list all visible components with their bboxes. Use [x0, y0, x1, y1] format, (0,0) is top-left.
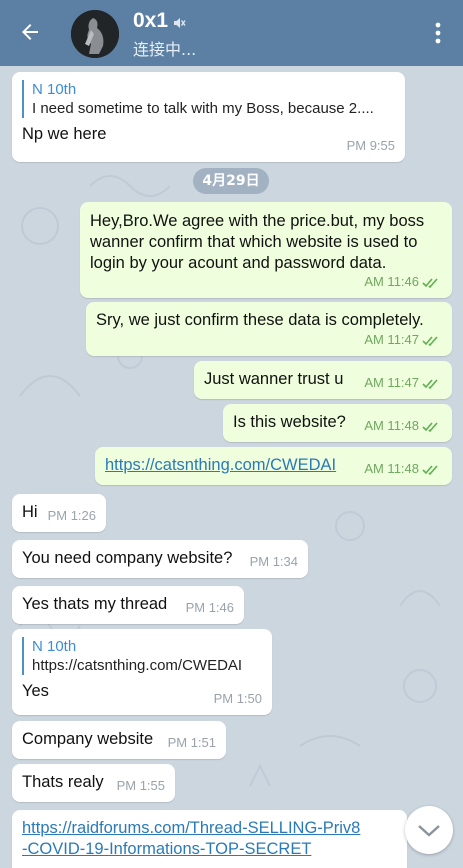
chevron-down-icon: [418, 825, 440, 837]
message-link-line[interactable]: -COVID-19-Informations-TOP-SECRET: [22, 839, 397, 860]
connection-status: 连接中...: [133, 40, 197, 59]
message-time: PM 1:34: [249, 554, 298, 569]
message-text: Sry, we just confirm these data is compl…: [96, 311, 424, 329]
reply-author: N 10th: [32, 638, 77, 655]
back-arrow-icon[interactable]: [18, 20, 42, 44]
read-checks-icon: [422, 465, 438, 475]
message-incoming[interactable]: Yes thats my thread PM 1:46: [12, 586, 244, 624]
message-outgoing[interactable]: Hey,Bro.We agree with the price.but, my …: [80, 202, 452, 298]
message-incoming[interactable]: Hi PM 1:26: [12, 494, 106, 532]
message-time: PM 9:55: [346, 138, 395, 153]
reply-author: N 10th: [32, 81, 77, 98]
message-list[interactable]: N 10th I need sometime to talk with my B…: [0, 66, 463, 868]
reply-text: https://catsnthing.com/CWEDAI: [32, 657, 243, 674]
read-checks-icon: [422, 336, 438, 346]
message-incoming-link[interactable]: https://raidforums.com/Thread-SELLING-Pr…: [12, 810, 407, 868]
message-link-line[interactable]: https://raidforums.com/Thread-SELLING-Pr…: [22, 818, 397, 839]
message-time: AM 11:48: [364, 415, 442, 436]
message-incoming[interactable]: N 10th https://catsnthing.com/CWEDAI Yes…: [12, 629, 272, 715]
message-incoming[interactable]: Thats realy PM 1:55: [12, 764, 175, 802]
read-checks-icon: [422, 379, 438, 389]
message-time: PM 1:50: [213, 691, 262, 706]
chat-title: 0x1: [133, 9, 169, 32]
read-checks-icon: [422, 278, 438, 288]
message-text: Np we here: [22, 125, 107, 143]
message-time: PM 1:26: [47, 508, 96, 523]
avatar[interactable]: [71, 10, 119, 58]
message-incoming[interactable]: Company website PM 1:51: [12, 721, 226, 759]
message-outgoing[interactable]: Sry, we just confirm these data is compl…: [86, 302, 452, 356]
message-incoming[interactable]: N 10th I need sometime to talk with my B…: [12, 72, 405, 162]
date-separator: 4月29日: [193, 168, 269, 194]
avatar-image: [71, 10, 119, 58]
message-outgoing[interactable]: Just wanner trust u AM 11:47: [194, 361, 452, 399]
chat-header: 0x1 连接中...: [0, 0, 463, 66]
reply-quote[interactable]: N 10th I need sometime to talk with my B…: [22, 80, 395, 118]
scroll-to-bottom-button[interactable]: [405, 806, 453, 854]
message-time: AM 11:47: [364, 329, 442, 350]
message-time: PM 1:46: [185, 600, 234, 615]
message-text-line: wanner confirm that which website is use…: [90, 233, 418, 251]
message-time: PM 1:55: [116, 778, 165, 793]
read-checks-icon: [422, 422, 438, 432]
message-incoming[interactable]: You need company website? PM 1:34: [12, 540, 308, 578]
message-time: PM 1:51: [167, 735, 216, 750]
message-text-line: Hey,Bro.We agree with the price.but, my …: [90, 212, 425, 230]
reply-text: I need sometime to talk with my Boss, be…: [32, 100, 374, 117]
message-time: AM 11:47: [364, 372, 442, 393]
more-menu-icon[interactable]: [430, 20, 446, 46]
message-time: AM 11:48: [364, 458, 442, 479]
message-time: AM 11:46: [364, 271, 442, 292]
reply-quote[interactable]: N 10th https://catsnthing.com/CWEDAI: [22, 637, 262, 675]
mute-icon: [174, 18, 186, 28]
message-outgoing-link[interactable]: https://catsnthing.com/CWEDAI AM 11:48: [95, 447, 452, 485]
message-outgoing[interactable]: Is this website? AM 11:48: [223, 404, 452, 442]
